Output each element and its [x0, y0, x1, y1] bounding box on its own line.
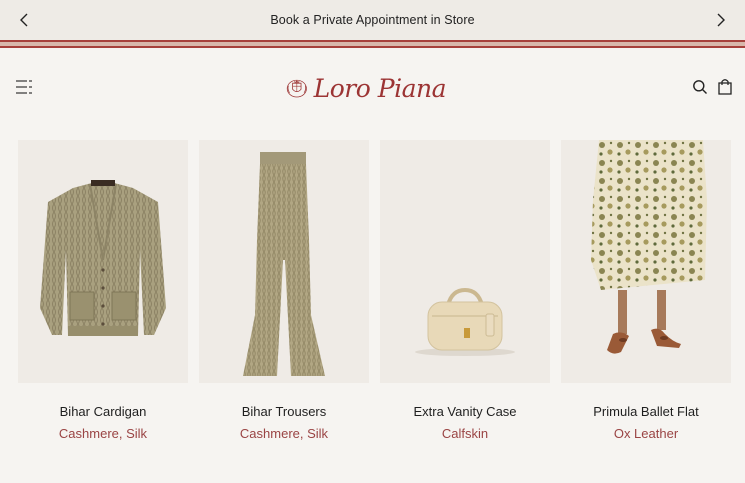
- brand-stripe: [0, 40, 745, 48]
- product-material: Ox Leather: [613, 426, 679, 441]
- announcement-bar: Book a Private Appointment in Store: [0, 0, 745, 40]
- product-image-vanity-case[interactable]: [380, 140, 550, 383]
- product-name[interactable]: Primula Ballet Flat: [561, 404, 731, 419]
- chevron-right-icon[interactable]: [713, 12, 729, 28]
- product-name[interactable]: Bihar Cardigan: [18, 404, 188, 419]
- menu-icon[interactable]: [15, 78, 33, 96]
- brand-logo[interactable]: Loro Piana: [286, 68, 447, 108]
- product-card[interactable]: Primula Ballet Flat Ox Leather: [561, 140, 731, 445]
- brand-name: Loro Piana: [313, 73, 447, 103]
- announcement-text[interactable]: Book a Private Appointment in Store: [270, 13, 474, 27]
- brand-crest-icon: [286, 79, 307, 98]
- product-name[interactable]: Bihar Trousers: [199, 404, 369, 419]
- product-name[interactable]: Extra Vanity Case: [380, 404, 550, 419]
- search-icon[interactable]: [692, 79, 708, 95]
- product-card[interactable]: Bihar Trousers Cashmere, Silk: [199, 140, 369, 445]
- product-material: Calfskin: [441, 426, 489, 441]
- product-grid: Bihar Cardigan Cashmere, Silk Bihar Trou…: [18, 140, 731, 450]
- product-image-trousers[interactable]: [199, 140, 369, 383]
- product-image-ballet-flat[interactable]: [561, 140, 731, 383]
- product-material: Cashmere, Silk: [239, 426, 329, 441]
- product-card[interactable]: Extra Vanity Case Calfskin: [380, 140, 550, 445]
- product-card[interactable]: Bihar Cardigan Cashmere, Silk: [18, 140, 188, 445]
- site-header: Loro Piana: [0, 48, 745, 128]
- shopping-bag-icon[interactable]: [717, 78, 733, 95]
- product-material: Cashmere, Silk: [58, 426, 148, 441]
- product-image-cardigan[interactable]: [18, 140, 188, 383]
- chevron-left-icon[interactable]: [16, 12, 32, 28]
